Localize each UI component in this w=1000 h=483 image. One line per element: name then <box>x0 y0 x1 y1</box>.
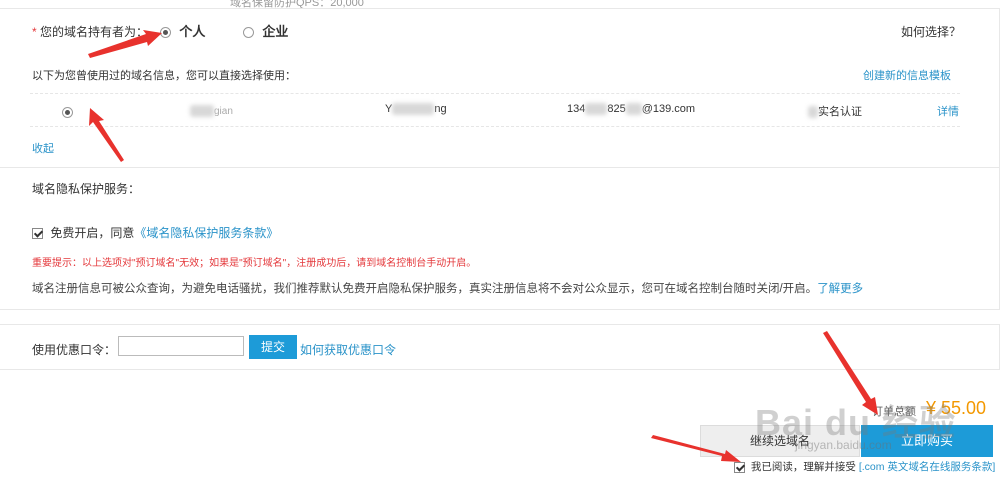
privacy-warning: 重要提示：以上选项对"预订域名"无效；如果是"预订域名"，注册成功后，请到域名控… <box>32 258 477 269</box>
template-row-top-border <box>30 93 960 94</box>
redacted-mark <box>625 103 642 116</box>
owner-option-company[interactable]: 企业 <box>243 21 288 40</box>
template-owner-name: gian <box>190 103 233 117</box>
how-to-choose-link[interactable]: 如何选择？ <box>901 23 961 40</box>
owner-label: 您的域名持有者为： <box>40 25 149 39</box>
template-row[interactable]: gian Yng 134 825 @139.com 实名认证 详情 <box>30 95 960 125</box>
template-email: 134 825 @139.com <box>567 103 696 116</box>
collapse-link[interactable]: 收起 <box>32 140 54 156</box>
agreement-checkbox[interactable] <box>734 461 745 473</box>
coupon-section: 使用优惠口令： 提交 如何获取优惠口令 <box>0 324 1000 370</box>
privacy-terms-link[interactable]: 《域名隐私保护服务条款》 <box>134 226 278 240</box>
coupon-label: 使用优惠口令： <box>32 343 117 357</box>
agreement-row[interactable]: 我已阅读，理解并接受 [.com 英文域名在线服务条款] <box>734 459 995 474</box>
owner-section: * 您的域名持有者为： 个人 企业 如何选择？ 以下为您曾使用过的域名信息，您可… <box>0 8 1000 168</box>
personal-label: 个人 <box>179 24 206 39</box>
watermark-url: jingyan.baidu.com <box>795 438 892 452</box>
template-detail-link[interactable]: 详情 <box>937 103 959 119</box>
redacted-mark <box>808 106 818 119</box>
redacted-mark <box>190 104 214 117</box>
personal-radio[interactable] <box>160 27 171 39</box>
coupon-input[interactable] <box>118 336 244 356</box>
template-status: 实名认证 <box>808 103 862 119</box>
create-template-link[interactable]: 创建新的信息模板 <box>863 67 951 83</box>
coupon-help-link[interactable]: 如何获取优惠口令 <box>300 341 396 358</box>
template-intro: 以下为您曾使用过的域名信息，您可以直接选择使用： <box>32 70 296 82</box>
agreement-text: 我已阅读，理解并接受 <box>750 461 856 473</box>
privacy-description-row: 域名注册信息可被公众查询，为避免电话骚扰，我们推荐默认免费开启隐私保护服务，真实… <box>32 280 863 296</box>
company-label: 企业 <box>262 24 289 39</box>
company-radio[interactable] <box>243 27 254 39</box>
redacted-mark <box>585 103 608 116</box>
agreement-terms-link[interactable]: [.com 英文域名在线服务条款] <box>859 461 996 473</box>
template-owner-pinyin: Yng <box>385 103 447 116</box>
coupon-submit-button[interactable]: 提交 <box>249 335 297 359</box>
redacted-mark <box>392 103 435 116</box>
owner-label-row: * 您的域名持有者为： <box>32 23 148 40</box>
privacy-description: 域名注册信息可被公众查询，为避免电话骚扰，我们推荐默认免费开启隐私保护服务，真实… <box>32 283 818 295</box>
owner-option-personal[interactable]: 个人 <box>160 21 205 40</box>
privacy-title: 域名隐私保护服务： <box>32 182 141 196</box>
privacy-checkbox-text: 免费开启，同意 <box>50 226 135 240</box>
privacy-checkbox[interactable] <box>32 228 43 240</box>
template-radio[interactable] <box>62 107 73 119</box>
required-mark: * <box>32 25 37 39</box>
template-row-bottom-border <box>30 126 960 127</box>
privacy-consent-row[interactable]: 免费开启，同意《域名隐私保护服务条款》 <box>32 224 278 241</box>
learn-more-link[interactable]: 了解更多 <box>817 283 863 295</box>
privacy-section: 域名隐私保护服务： 免费开启，同意《域名隐私保护服务条款》 重要提示：以上选项对… <box>0 167 1000 310</box>
